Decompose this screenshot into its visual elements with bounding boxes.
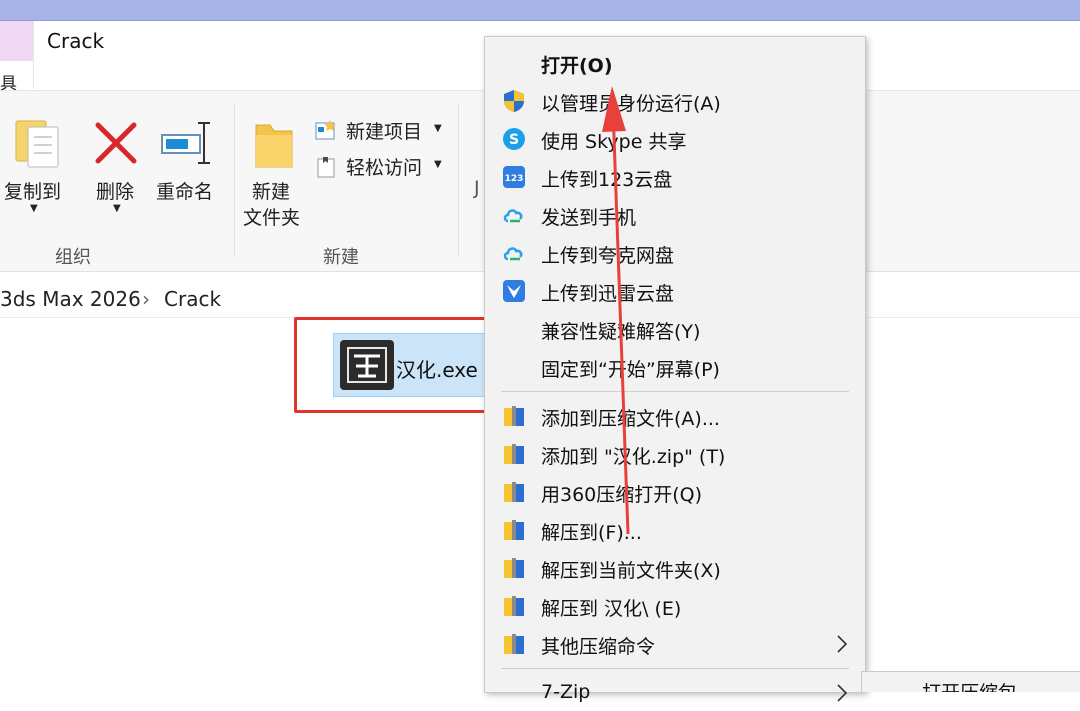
menu-item-extract-to-folder[interactable]: 解压到 汉化\ (E) bbox=[485, 588, 865, 624]
breadcrumb-3ds-max[interactable]: 3ds Max 2026 bbox=[0, 287, 141, 311]
title-bar bbox=[0, 0, 1080, 21]
archive-icon bbox=[504, 634, 524, 654]
menu-item-label: 解压到 汉化\ (E) bbox=[541, 598, 682, 620]
menu-item-more-compress[interactable]: 其他压缩命令 bbox=[485, 626, 865, 662]
organize-group-label: 组织 bbox=[55, 247, 91, 268]
new-item-icon bbox=[315, 120, 336, 140]
menu-item-7zip[interactable]: 7-Zip bbox=[485, 675, 865, 711]
archive-icon bbox=[504, 482, 524, 502]
easy-access-label: 轻松访问 bbox=[346, 157, 423, 179]
new-group-label: 新建 bbox=[323, 247, 359, 268]
easy-access-dropdown-icon: ▼ bbox=[434, 159, 442, 170]
rename-icon bbox=[161, 122, 210, 164]
menu-item-label: 上传到123云盘 bbox=[541, 169, 673, 191]
ribbon-cut-char: J bbox=[474, 177, 480, 199]
menu-item-label: 解压到(F)... bbox=[541, 522, 642, 544]
ribbon-separator bbox=[234, 105, 235, 257]
copy-to-button[interactable]: 复制到 ▼ bbox=[0, 111, 72, 221]
copy-to-dropdown-icon: ▼ bbox=[30, 203, 38, 214]
archive-icon bbox=[504, 558, 524, 578]
window-title: Crack bbox=[47, 29, 105, 53]
folder-icon bbox=[255, 124, 293, 168]
menu-item-label: 用360压缩打开(Q) bbox=[541, 484, 703, 506]
chevron-right-icon bbox=[837, 684, 848, 702]
cloud-123-icon: 123 bbox=[503, 166, 525, 188]
menu-item-label: 其他压缩命令 bbox=[541, 636, 656, 658]
menu-item-open[interactable]: 打开(O) bbox=[485, 45, 865, 81]
svg-text:S: S bbox=[509, 132, 519, 148]
chevron-right-icon bbox=[837, 635, 848, 653]
menu-separator bbox=[501, 668, 849, 669]
menu-item-share-skype[interactable]: S 使用 Skype 共享 bbox=[485, 121, 865, 157]
menu-item-send-to-phone[interactable]: 发送到手机 bbox=[485, 197, 865, 233]
menu-item-label: 固定到“开始”屏幕(P) bbox=[541, 359, 720, 381]
menu-item-label: 以管理员身份运行(A) bbox=[541, 93, 721, 115]
menu-separator bbox=[501, 391, 849, 392]
menu-item-label: 打开(O) bbox=[541, 55, 613, 77]
xunlei-icon bbox=[503, 280, 525, 302]
delete-icon bbox=[95, 122, 137, 164]
tab-left-accent[interactable] bbox=[0, 21, 34, 61]
menu-item-upload-quark[interactable]: 上传到夸克网盘 bbox=[485, 235, 865, 271]
breadcrumb-crack[interactable]: Crack bbox=[164, 287, 221, 311]
archive-icon bbox=[504, 406, 524, 426]
menu-item-label: 添加到 "汉化.zip" (T) bbox=[541, 446, 726, 468]
menu-item-label: 兼容性疑难解答(Y) bbox=[541, 321, 701, 343]
baidu-cloud-icon bbox=[503, 209, 523, 223]
menu-item-label: 发送到手机 bbox=[541, 207, 637, 229]
tab-divider bbox=[33, 21, 34, 89]
menu-item-extract-to[interactable]: 解压到(F)... bbox=[485, 512, 865, 548]
copy-icon bbox=[15, 120, 59, 168]
new-item-dropdown-icon: ▼ bbox=[434, 123, 442, 134]
menu-item-pin-to-start[interactable]: 固定到“开始”屏幕(P) bbox=[485, 349, 865, 385]
context-menu: 打开(O) 以管理员身份运行(A) S 使用 Skype 共享 123 上传到1… bbox=[484, 36, 866, 703]
rename-label: 重命名 bbox=[156, 181, 214, 203]
breadcrumb-separator[interactable]: › bbox=[142, 287, 150, 311]
menu-item-label: 7-Zip bbox=[541, 681, 591, 703]
ribbon-separator bbox=[458, 105, 459, 257]
delete-button[interactable]: 删除 ▼ bbox=[86, 111, 146, 221]
menu-item-extract-here[interactable]: 解压到当前文件夹(X) bbox=[485, 550, 865, 586]
skype-icon: S bbox=[503, 128, 525, 150]
new-folder-label-line2: 文件夹 bbox=[243, 207, 301, 229]
menu-item-upload-123[interactable]: 123 上传到123云盘 bbox=[485, 159, 865, 195]
menu-item-label: 解压到当前文件夹(X) bbox=[541, 560, 721, 582]
delete-dropdown-icon: ▼ bbox=[113, 203, 121, 214]
shield-icon bbox=[504, 90, 524, 112]
archive-icon bbox=[504, 596, 524, 616]
easy-access-icon bbox=[317, 157, 335, 178]
archive-icon bbox=[504, 520, 524, 540]
quark-cloud-icon bbox=[503, 247, 523, 261]
menu-item-label: 使用 Skype 共享 bbox=[541, 131, 687, 153]
menu-item-compat-troubleshoot[interactable]: 兼容性疑难解答(Y) bbox=[485, 311, 865, 347]
new-folder-button[interactable]: 新建 文件夹 bbox=[240, 111, 310, 231]
menu-item-upload-xunlei[interactable]: 上传到迅雷云盘 bbox=[485, 273, 865, 309]
highlight-frame bbox=[294, 317, 498, 413]
copy-to-label: 复制到 bbox=[4, 181, 62, 203]
menu-item-add-to-zip[interactable]: 添加到 "汉化.zip" (T) bbox=[485, 436, 865, 472]
menu-item-open-with-360[interactable]: 用360压缩打开(Q) bbox=[485, 474, 865, 510]
menu-item-label: 上传到迅雷云盘 bbox=[541, 283, 675, 305]
archive-icon bbox=[504, 444, 524, 464]
menu-item-label: 添加到压缩文件(A)... bbox=[541, 408, 720, 430]
submenu-7zip: 打开压缩包 bbox=[861, 671, 1080, 692]
delete-label: 删除 bbox=[96, 181, 135, 203]
new-folder-label-line1: 新建 bbox=[252, 181, 291, 203]
new-item-label: 新建项目 bbox=[346, 121, 423, 143]
menu-item-add-to-archive[interactable]: 添加到压缩文件(A)... bbox=[485, 398, 865, 434]
menu-item-label: 上传到夸克网盘 bbox=[541, 245, 675, 267]
menu-item-run-as-admin[interactable]: 以管理员身份运行(A) bbox=[485, 83, 865, 119]
svg-text:123: 123 bbox=[505, 174, 524, 184]
submenu-item-open-archive[interactable]: 打开压缩包 bbox=[922, 678, 1017, 692]
rename-button[interactable]: 重命名 bbox=[152, 111, 222, 221]
